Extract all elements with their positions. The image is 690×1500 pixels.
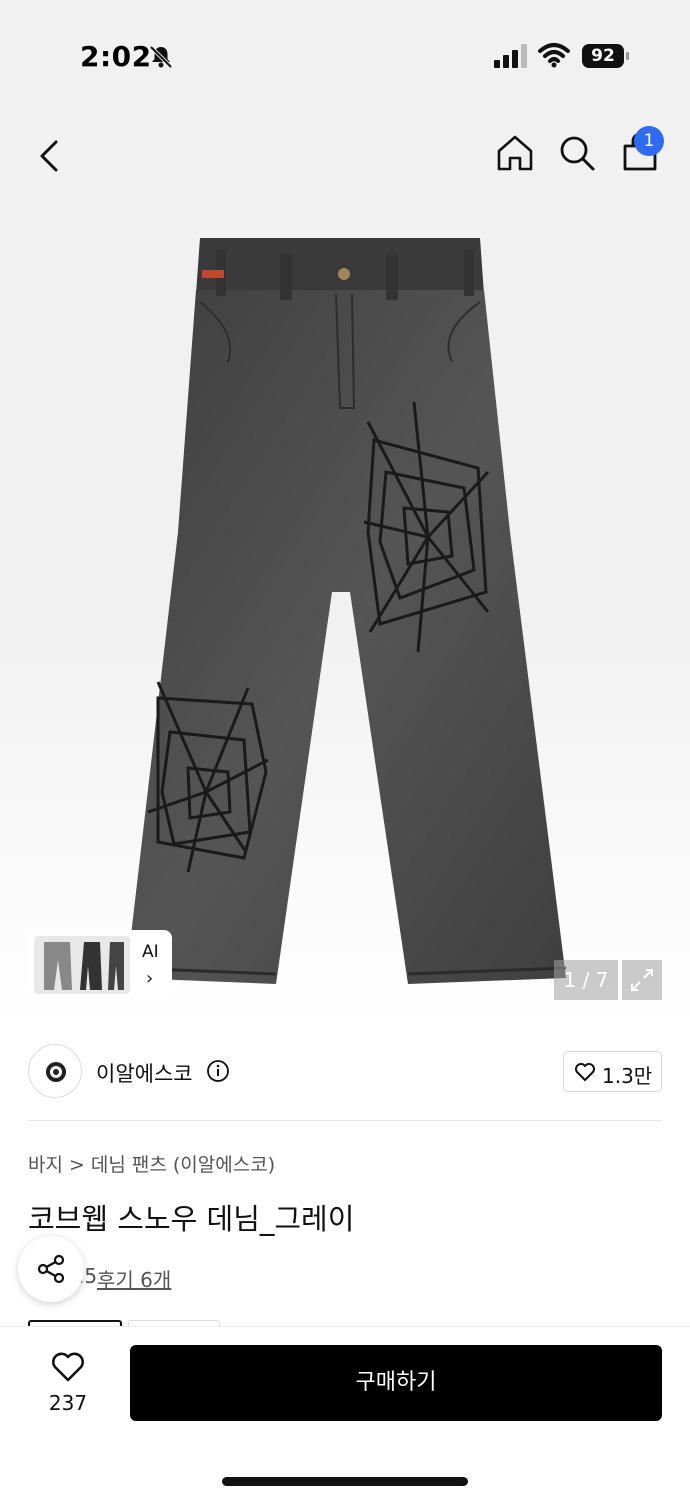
brand-like-button[interactable]: 1.3만 xyxy=(563,1051,662,1092)
breadcrumb: 바지 > 데님 팬츠 (이알에스코) xyxy=(28,1150,275,1177)
expand-icon[interactable] xyxy=(622,960,662,1000)
chevron-right-icon: › xyxy=(146,968,154,989)
share-button[interactable] xyxy=(18,1236,84,1302)
brand-name[interactable]: 이알에스코 xyxy=(96,1058,193,1088)
battery-tip xyxy=(626,52,629,60)
search-icon[interactable] xyxy=(558,134,596,172)
home-indicator xyxy=(222,1477,468,1486)
wish-count: 237 xyxy=(48,1391,88,1415)
breadcrumb-item[interactable]: 데님 팬츠 (이알에스코) xyxy=(91,1154,275,1176)
chevron-left-icon[interactable] xyxy=(36,138,62,174)
product-gallery[interactable]: 1 AI › 1 / 7 xyxy=(0,110,690,1024)
status-bar: 2:02 92 xyxy=(0,0,690,110)
signal-icon xyxy=(494,44,527,68)
brand-like-count: 1.3만 xyxy=(602,1064,653,1088)
info-icon[interactable] xyxy=(206,1059,230,1083)
bottom-action-bar: 237 구매하기 xyxy=(0,1326,690,1500)
battery-level: 92 xyxy=(582,44,624,68)
share-icon xyxy=(37,1254,65,1284)
cart-count-badge: 1 xyxy=(634,126,664,156)
divider xyxy=(28,1120,662,1121)
ai-thumbnail xyxy=(34,936,130,994)
reviews-link[interactable]: 후기 6개 xyxy=(97,1264,171,1293)
image-counter: 1 / 7 xyxy=(554,960,618,1000)
wifi-icon xyxy=(538,43,570,68)
chevron-right-icon: > xyxy=(68,1154,85,1176)
status-time: 2:02 xyxy=(80,40,152,73)
brand-logo[interactable] xyxy=(28,1044,82,1098)
ai-similar-chip[interactable]: AI › xyxy=(28,930,172,1000)
ai-label: AI xyxy=(142,942,159,962)
product-title: 코브웹 스노우 데님_그레이 xyxy=(28,1202,355,1236)
heart-icon xyxy=(575,1063,595,1081)
breadcrumb-item[interactable]: 바지 xyxy=(28,1154,63,1176)
bell-slash-icon xyxy=(149,45,173,69)
battery-indicator: 92 xyxy=(582,44,630,68)
home-icon[interactable] xyxy=(496,134,534,172)
product-image[interactable] xyxy=(118,232,576,992)
heart-icon[interactable] xyxy=(50,1351,86,1383)
buy-button[interactable]: 구매하기 xyxy=(130,1345,662,1421)
